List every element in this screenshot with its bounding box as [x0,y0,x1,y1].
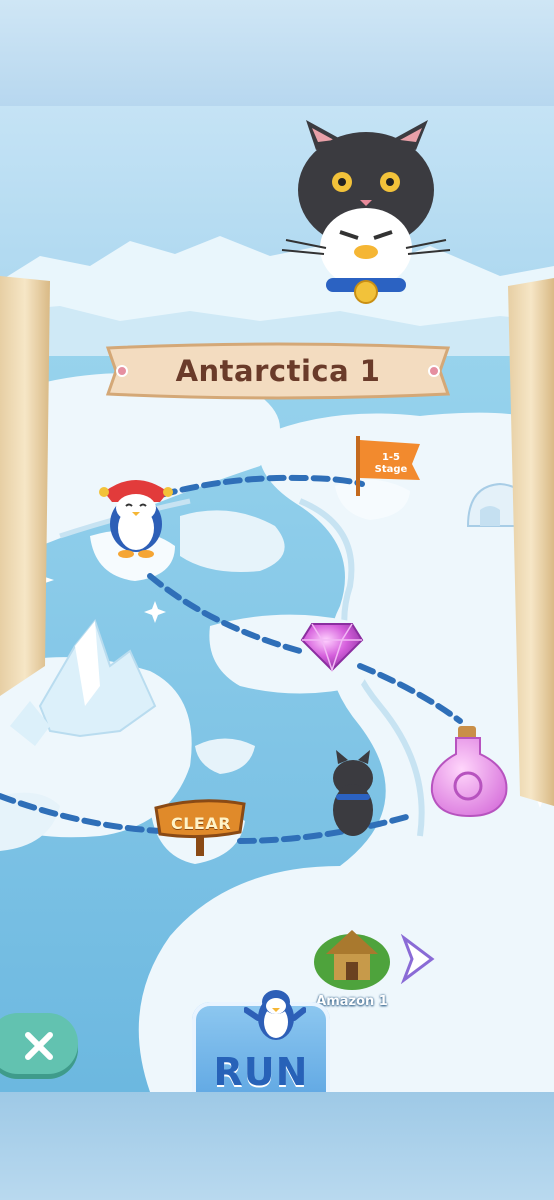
world-map[interactable]: Antarctica 1 1-5 Stage CLEAR Amazon 1 RU… [0,106,554,1092]
potion-bottle-icon[interactable] [426,724,514,820]
stage-word-text: Stage [374,464,408,475]
stage-range-text: 1-5 [381,452,401,463]
map-title: Antarctica 1 [175,354,381,388]
bottom-letterbox [0,1092,554,1200]
top-letterbox [0,0,554,106]
stage-flag-label: 1-5 Stage [362,452,420,476]
clear-label: CLEAR [170,814,232,833]
black-cat-player-icon [333,750,373,836]
cat-mascot-icon [281,120,451,304]
run-label: RUN [213,1050,309,1092]
gem-icon[interactable] [300,616,364,672]
close-button[interactable] [0,1013,78,1079]
amazon-hut-icon[interactable] [312,918,392,992]
jester-penguin-icon [99,480,173,558]
running-penguin-icon [244,990,306,1040]
next-area-arrow-icon[interactable] [398,934,436,984]
map-title-banner: Antarctica 1 [104,342,452,400]
close-icon [25,1032,53,1060]
